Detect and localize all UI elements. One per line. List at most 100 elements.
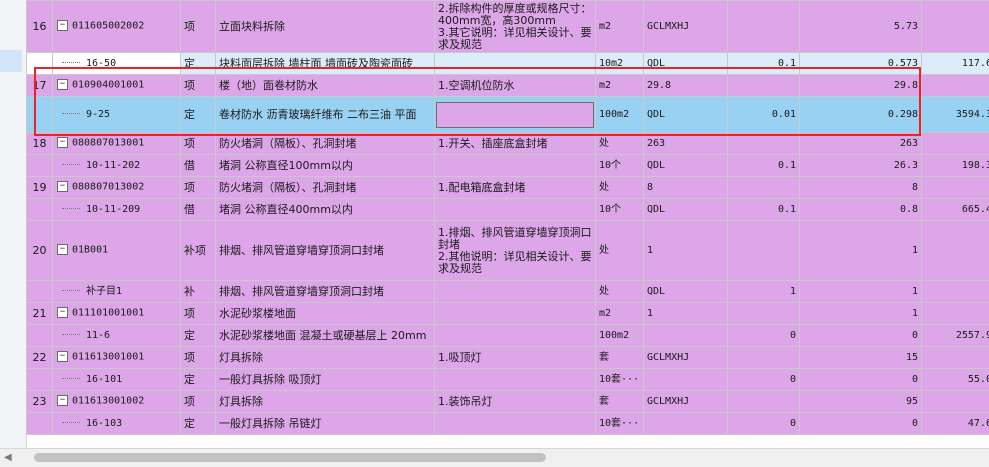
- unit-price-cell[interactable]: [922, 75, 989, 97]
- bill-item-row[interactable]: 20−01B001补项排烟、排风管道穿墙穿顶洞口封堵1.排烟、排风管道穿墙穿顶洞…: [27, 221, 989, 281]
- norm-subitem-row[interactable]: 11-6定水泥砂浆楼地面 混凝土或硬基层上 20mm100m2002557.93: [27, 325, 989, 347]
- row-number-cell[interactable]: 17: [27, 75, 53, 97]
- item-code-cell[interactable]: −080807013002: [53, 177, 181, 199]
- quantity-cell[interactable]: 0: [800, 369, 922, 391]
- row-number-cell[interactable]: [27, 325, 53, 347]
- unit-cell[interactable]: m2: [596, 303, 644, 325]
- item-type-cell[interactable]: 定: [181, 53, 216, 75]
- quantity-expression-cell[interactable]: 8: [644, 177, 728, 199]
- horizontal-scrollbar[interactable]: ◀: [0, 448, 989, 467]
- unit-cell[interactable]: 处: [596, 221, 644, 281]
- item-type-cell[interactable]: 定: [181, 97, 216, 133]
- unit-price-cell[interactable]: 198.35: [922, 155, 989, 177]
- row-number-cell[interactable]: 22: [27, 347, 53, 369]
- quantity-cell[interactable]: 15: [800, 347, 922, 369]
- quantity-expression-cell[interactable]: GCLMXHJ: [644, 347, 728, 369]
- item-name-cell[interactable]: 排烟、排风管道穿墙穿顶洞口封堵: [216, 221, 435, 281]
- item-code-cell[interactable]: −01B001: [53, 221, 181, 281]
- coefficient-cell[interactable]: 0: [728, 413, 800, 435]
- quantity-expression-cell[interactable]: QDL: [644, 97, 728, 133]
- coefficient-cell[interactable]: [728, 1, 800, 53]
- unit-price-cell[interactable]: [922, 221, 989, 281]
- item-type-cell[interactable]: 项: [181, 133, 216, 155]
- unit-price-cell[interactable]: [922, 303, 989, 325]
- item-type-cell[interactable]: 借: [181, 199, 216, 221]
- item-name-cell[interactable]: 楼（地）面卷材防水: [216, 75, 435, 97]
- coefficient-cell[interactable]: [728, 75, 800, 97]
- coefficient-cell[interactable]: 0.1: [728, 155, 800, 177]
- unit-cell[interactable]: 10个: [596, 155, 644, 177]
- unit-cell[interactable]: 10m2: [596, 53, 644, 75]
- quantity-expression-cell[interactable]: 1: [644, 303, 728, 325]
- unit-price-cell[interactable]: [922, 391, 989, 413]
- bill-item-row[interactable]: 16−011605002002项立面块料拆除2.拆除构件的厚度或规格尺寸：400…: [27, 1, 989, 53]
- item-type-cell[interactable]: 项: [181, 347, 216, 369]
- collapse-minus-icon[interactable]: −: [57, 395, 68, 406]
- unit-price-cell[interactable]: 665.48: [922, 199, 989, 221]
- unit-cell[interactable]: 100m2: [596, 325, 644, 347]
- norm-subitem-row[interactable]: 16-50定块料面层拆除 墙柱面 墙面砖及陶瓷面砖10m2QDL0.10.573…: [27, 53, 989, 75]
- quantity-cell[interactable]: 1: [800, 303, 922, 325]
- row-number-cell[interactable]: [27, 53, 53, 75]
- item-name-cell[interactable]: 防火堵洞（隔板）、孔洞封堵: [216, 177, 435, 199]
- unit-cell[interactable]: 10套···: [596, 369, 644, 391]
- item-type-cell[interactable]: 定: [181, 369, 216, 391]
- quantity-cell[interactable]: 0.8: [800, 199, 922, 221]
- unit-price-cell[interactable]: 3594.37: [922, 97, 989, 133]
- quantity-expression-cell[interactable]: 1: [644, 221, 728, 281]
- quantity-expression-cell[interactable]: GCLMXHJ: [644, 391, 728, 413]
- row-number-cell[interactable]: 19: [27, 177, 53, 199]
- quantity-cell[interactable]: 8: [800, 177, 922, 199]
- unit-price-cell[interactable]: 117.62: [922, 53, 989, 75]
- item-description-cell[interactable]: [435, 369, 596, 391]
- unit-price-cell[interactable]: [922, 347, 989, 369]
- norm-subitem-row[interactable]: 10-11-202借堵洞 公称直径100mm以内10个QDL0.126.3198…: [27, 155, 989, 177]
- item-code-cell[interactable]: −010904001001: [53, 75, 181, 97]
- item-type-cell[interactable]: 定: [181, 325, 216, 347]
- item-description-cell[interactable]: [435, 413, 596, 435]
- item-description-cell[interactable]: 1.空调机位防水: [435, 75, 596, 97]
- row-number-cell[interactable]: 20: [27, 221, 53, 281]
- quantity-expression-cell[interactable]: QDL: [644, 53, 728, 75]
- coefficient-cell[interactable]: [728, 221, 800, 281]
- item-description-cell[interactable]: [435, 325, 596, 347]
- collapse-minus-icon[interactable]: −: [57, 181, 68, 192]
- description-edit-box[interactable]: [436, 102, 594, 128]
- quantity-cell[interactable]: 1: [800, 221, 922, 281]
- quantity-cell[interactable]: 263: [800, 133, 922, 155]
- quantity-expression-cell[interactable]: 29.8: [644, 75, 728, 97]
- item-code-cell[interactable]: −011613001002: [53, 391, 181, 413]
- quantity-cell[interactable]: 0.573: [800, 53, 922, 75]
- quantity-cell[interactable]: 0: [800, 325, 922, 347]
- item-name-cell[interactable]: 排烟、排风管道穿墙穿顶洞口封堵: [216, 281, 435, 303]
- unit-cell[interactable]: 套: [596, 347, 644, 369]
- unit-cell[interactable]: 10个: [596, 199, 644, 221]
- coefficient-cell[interactable]: [728, 177, 800, 199]
- item-name-cell[interactable]: 防火堵洞（隔板）、孔洞封堵: [216, 133, 435, 155]
- item-description-cell[interactable]: 1.装饰吊灯: [435, 391, 596, 413]
- coefficient-cell[interactable]: [728, 347, 800, 369]
- unit-price-cell[interactable]: 0: [922, 281, 989, 303]
- quantity-expression-cell[interactable]: [644, 325, 728, 347]
- item-name-cell[interactable]: 堵洞 公称直径100mm以内: [216, 155, 435, 177]
- quantity-cell[interactable]: 29.8: [800, 75, 922, 97]
- item-code-cell[interactable]: 16-103: [53, 413, 181, 435]
- unit-cell[interactable]: 处: [596, 281, 644, 303]
- coefficient-cell[interactable]: 0.1: [728, 53, 800, 75]
- item-name-cell[interactable]: 水泥砂浆楼地面 混凝土或硬基层上 20mm: [216, 325, 435, 347]
- item-code-cell[interactable]: −011101001001: [53, 303, 181, 325]
- row-number-cell[interactable]: [27, 155, 53, 177]
- item-name-cell[interactable]: 一般灯具拆除 吊链灯: [216, 413, 435, 435]
- item-type-cell[interactable]: 项: [181, 1, 216, 53]
- item-description-cell[interactable]: 1.开关、插座底盒封堵: [435, 133, 596, 155]
- row-number-cell[interactable]: [27, 413, 53, 435]
- quantity-expression-cell[interactable]: QDL: [644, 155, 728, 177]
- row-number-cell[interactable]: 21: [27, 303, 53, 325]
- row-number-cell[interactable]: [27, 199, 53, 221]
- item-code-cell[interactable]: 补子目1: [53, 281, 181, 303]
- quantity-cell[interactable]: 1: [800, 281, 922, 303]
- collapse-minus-icon[interactable]: −: [57, 351, 68, 362]
- item-description-cell[interactable]: [435, 53, 596, 75]
- item-description-cell[interactable]: [435, 155, 596, 177]
- coefficient-cell[interactable]: 0.1: [728, 199, 800, 221]
